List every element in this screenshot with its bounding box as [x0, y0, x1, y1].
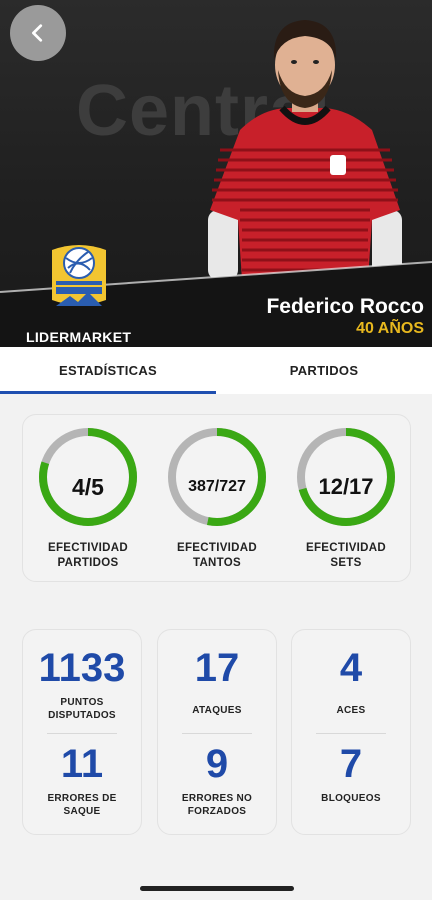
player-name: Federico Rocco: [266, 295, 424, 318]
stat-value: 9: [205, 742, 229, 786]
stat-value: 11: [60, 742, 104, 786]
chevron-left-icon: [32, 24, 43, 42]
stat-card-aces: 4 ACES 7 BLOQUEOS: [291, 629, 411, 835]
stat-card-ataques: 17 ATAQUES 9 ERRORES NO FORZADOS: [157, 629, 277, 835]
stat-value: 17: [194, 646, 240, 690]
stat-label: ACES: [336, 705, 366, 716]
effectiveness-value: 4/5: [72, 473, 104, 500]
stat-label: BLOQUEOS: [321, 793, 381, 804]
effectiveness-label: EFECTIVIDAD PARTIDOS: [48, 542, 128, 569]
tab-estadisticas[interactable]: ESTADÍSTICAS: [0, 347, 216, 394]
divider: [316, 733, 386, 734]
stat-block-bottom: 9 ERRORES NO FORZADOS: [158, 742, 276, 818]
stat-block-top: 1133 PUNTOS DISPUTADOS: [23, 646, 141, 722]
player-hero: Central LIDERMARKET Federico Rocco 40 AÑ…: [0, 0, 432, 347]
tab-partidos[interactable]: PARTIDOS: [216, 347, 432, 394]
effectiveness-value: 387/727: [188, 478, 246, 495]
stat-card-puntos: 1133 PUNTOS DISPUTADOS 11 ERRORES DE SAQ…: [22, 629, 142, 835]
effectiveness-partidos: 4/5 EFECTIVIDAD PARTIDOS: [33, 425, 143, 571]
stat-block-bottom: 7 BLOQUEOS: [292, 742, 410, 805]
player-age: 40 AÑOS: [356, 320, 424, 337]
stat-value: 1133: [38, 646, 126, 690]
league-logo: [52, 245, 106, 306]
stat-value: 4: [339, 646, 363, 690]
stat-label: ERRORES DE SAQUE: [47, 793, 117, 817]
effectiveness-label: EFECTIVIDAD TANTOS: [177, 542, 257, 569]
stat-label: PUNTOS DISPUTADOS: [48, 697, 116, 721]
divider: [182, 733, 252, 734]
effectiveness-sets: 12/17 EFECTIVIDAD SETS: [291, 425, 401, 571]
team-name: LIDERMARKET: [26, 329, 132, 345]
stat-block-bottom: 11 ERRORES DE SAQUE: [23, 742, 141, 818]
back-button[interactable]: [10, 5, 66, 61]
stat-value: 7: [339, 742, 363, 786]
stat-block-top: 4 ACES: [292, 646, 410, 717]
effectiveness-value: 12/17: [318, 474, 374, 499]
stat-block-top: 17 ATAQUES: [158, 646, 276, 717]
effectiveness-label: EFECTIVIDAD SETS: [306, 542, 386, 569]
stat-label: ATAQUES: [192, 705, 242, 716]
effectiveness-card: 4/5 EFECTIVIDAD PARTIDOS 387/727 EFECTIV…: [22, 414, 411, 582]
divider: [47, 733, 117, 734]
home-indicator[interactable]: [140, 886, 294, 891]
stat-label: ERRORES NO FORZADOS: [181, 793, 253, 817]
tab-bar: ESTADÍSTICAS PARTIDOS: [0, 347, 432, 394]
effectiveness-tantos: 387/727 EFECTIVIDAD TANTOS: [162, 425, 272, 571]
